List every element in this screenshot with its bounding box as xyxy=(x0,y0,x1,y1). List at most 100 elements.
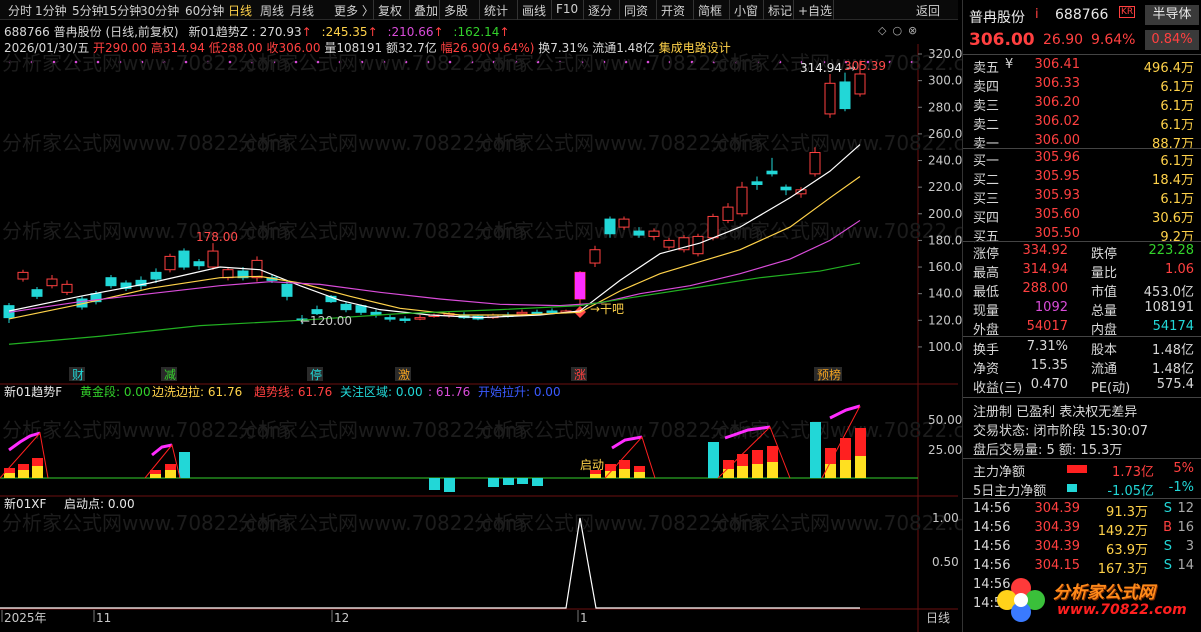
candle-body xyxy=(46,278,58,287)
candle-body xyxy=(736,186,748,215)
ask-price: 306.02 xyxy=(1034,114,1081,129)
ask-row: 卖二 306.02 6.1万 xyxy=(963,113,1201,133)
stat-value: 1.06 xyxy=(1165,262,1194,277)
stat-value: 1.48亿 xyxy=(1152,362,1194,377)
stat-value: 54017 xyxy=(1026,319,1068,334)
candle-body xyxy=(780,186,792,191)
bid-volume: 6.1万 xyxy=(1160,192,1194,207)
trade-state: 交易状态: 闭市阶段 15:30:07 xyxy=(973,424,1149,439)
candle-body xyxy=(707,215,719,239)
candle-body xyxy=(824,82,836,115)
candle-body xyxy=(516,311,528,315)
stat-row: 收益(三) 0.470 PE(动) 575.4 xyxy=(963,376,1201,396)
sector-tag[interactable]: 半导体 xyxy=(1145,5,1199,25)
flow-label: 5日主力净额 xyxy=(973,484,1047,499)
bid-volume: 18.4万 xyxy=(1152,173,1194,188)
ask-volume: 6.1万 xyxy=(1160,118,1194,133)
tick-volume: 91.3万 xyxy=(1106,505,1148,520)
event-marker: 财 xyxy=(72,368,84,382)
logo-text: 分析家公式网 xyxy=(1053,583,1155,603)
bid-row: 买一 305.96 6.1万 xyxy=(963,149,1201,169)
ask-price: 306.00 xyxy=(1034,133,1081,148)
flow-label: 主力净额 xyxy=(973,465,1026,480)
watermark-text: 分析家公式网www.70822.com xyxy=(710,511,962,535)
flow-bar xyxy=(1067,465,1087,473)
stat-label: 涨停 xyxy=(973,247,1000,262)
price-change-pct: 9.64% xyxy=(1091,32,1136,48)
ask-label: 卖二 xyxy=(973,118,1000,133)
candle-body xyxy=(766,170,778,175)
candle-body xyxy=(281,283,293,297)
tick-count: 12 xyxy=(1177,501,1194,516)
price-axis-label: 160.00 xyxy=(928,260,962,274)
flow-value: -1.05亿 xyxy=(1107,484,1154,499)
stat-value: 223.28 xyxy=(1148,243,1195,258)
after-hours-row: 盘后交易量: 5 额: 15.3万 xyxy=(963,438,1201,458)
after-hours: 盘后交易量: 5 额: 15.3万 xyxy=(973,443,1123,458)
candle-body xyxy=(618,218,630,228)
watermark-text: 分析家公式网www.70822.com xyxy=(710,131,962,155)
sub1-bar xyxy=(429,478,440,490)
stat-label: 市值 xyxy=(1091,285,1118,300)
sub1-bar xyxy=(179,452,190,478)
candle-body xyxy=(164,255,176,271)
price-axis-label: 120.00 xyxy=(928,313,962,327)
ma-line-yellow xyxy=(8,176,861,320)
price-axis-label: 200.00 xyxy=(928,207,962,221)
stat-label: 最高 xyxy=(973,266,1000,281)
tick-time: 14:56 xyxy=(973,520,1011,535)
candle-body xyxy=(105,277,117,287)
kline-chart[interactable]: 分析家公式网www.70822.com分析家公式网www.70822.com分析… xyxy=(0,0,962,632)
sub1-trend-arc xyxy=(829,404,861,420)
candle-body xyxy=(546,310,558,313)
ask-price: 306.20 xyxy=(1034,95,1081,110)
stat-label: 净资 xyxy=(973,362,1000,377)
sub1-bar xyxy=(723,469,734,478)
stat-value: 334.92 xyxy=(1022,243,1069,258)
highlight-candle xyxy=(575,272,585,299)
last-price: 306.00 xyxy=(969,30,1035,50)
bid-row: 买二 305.95 18.4万 xyxy=(963,168,1201,188)
bid-row: 买三 305.93 6.1万 xyxy=(963,187,1201,207)
annotation-price: 305.39 xyxy=(844,59,886,73)
price-axis-label: 220.00 xyxy=(928,180,962,194)
reg-row: 注册制 已盈利 表决权无差异 xyxy=(963,400,1201,420)
stat-value: 15.35 xyxy=(1030,358,1068,373)
price-axis-label: 260.00 xyxy=(928,127,962,141)
stat-row: 净资 15.35 流通 1.48亿 xyxy=(963,357,1201,377)
event-marker: 停 xyxy=(310,367,322,382)
ask-label: 卖五 xyxy=(973,61,1000,76)
sub1-start-label: 启动 xyxy=(580,458,604,472)
candle-body xyxy=(31,289,43,297)
stat-label: 流通 xyxy=(1091,362,1118,377)
price-axis-label: 240.00 xyxy=(928,154,962,168)
stat-label: PE(动) xyxy=(1091,381,1131,396)
candle-body xyxy=(809,152,821,175)
ask-price: 306.41 xyxy=(1034,57,1081,72)
sub1-bar xyxy=(444,478,455,492)
ask-label: 卖三 xyxy=(973,99,1000,114)
candle-body xyxy=(604,218,616,235)
stat-value: 453.0亿 xyxy=(1143,285,1194,300)
stat-label: 最低 xyxy=(973,285,1000,300)
date-axis-label: 12 xyxy=(334,611,349,625)
candle-body xyxy=(384,317,396,320)
sub1-bar xyxy=(825,464,836,478)
flow-pct: 5% xyxy=(1173,461,1194,476)
stat-value: 54174 xyxy=(1152,319,1194,334)
flower-logo-icon xyxy=(997,578,1045,622)
candle-body xyxy=(399,318,411,321)
bid-volume: 6.1万 xyxy=(1160,154,1194,169)
bid-price: 305.93 xyxy=(1034,188,1081,203)
stat-value: 1092 xyxy=(1034,300,1068,315)
date-axis-label: 1 xyxy=(580,611,588,625)
ask-label: 卖四 xyxy=(973,80,1000,95)
stat-row: 外盘 54017 内盘 54174 xyxy=(963,318,1201,338)
event-marker: 涨 xyxy=(574,367,586,382)
stat-label: 股本 xyxy=(1091,343,1118,358)
bid-price: 305.50 xyxy=(1034,226,1081,241)
sub1-bar xyxy=(737,466,748,478)
stat-row: 最高 314.94 量比 1.06 xyxy=(963,261,1201,281)
sub1-title: 新01趋势F xyxy=(4,384,62,399)
tick-price: 304.39 xyxy=(1034,539,1081,554)
